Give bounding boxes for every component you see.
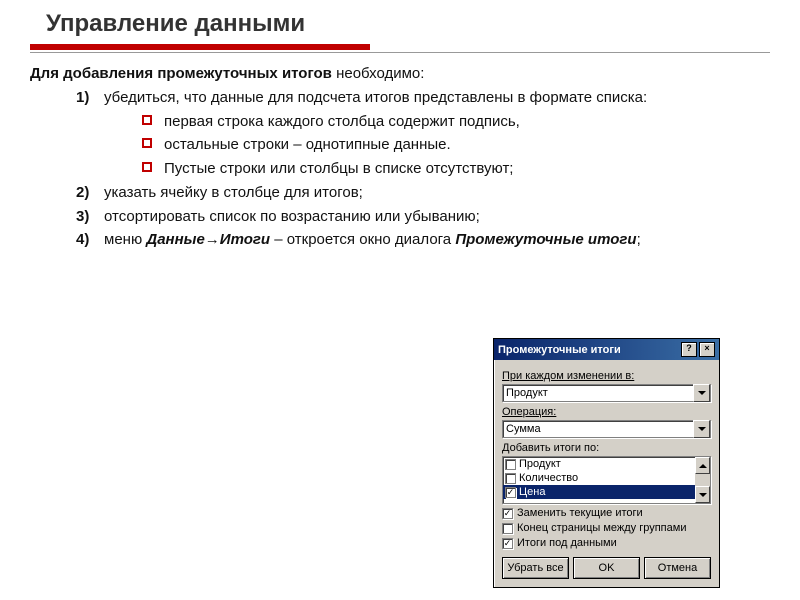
content: Для добавления промежуточных итогов необ… — [30, 63, 770, 251]
dialog-buttons: Убрать все OK Отмена — [502, 557, 711, 579]
checkbox-icon[interactable] — [505, 473, 516, 484]
checkbox-icon[interactable] — [505, 459, 516, 470]
titlebar-buttons: ? × — [681, 342, 715, 357]
checkbox-under-data[interactable]: Итоги под данными — [502, 537, 711, 549]
intro-prefix: Для добавления промежуточных итогов — [30, 65, 332, 82]
step-4-dialogname: Промежуточные итоги — [455, 231, 636, 248]
scrollbar[interactable] — [695, 457, 710, 503]
label-change-in: При каждом изменении в: — [502, 370, 711, 382]
list-item[interactable]: Количество — [503, 471, 710, 485]
label-change-in-text: При каждом изменении в: — [502, 370, 634, 382]
bullet-list: первая строка каждого столбца содержит п… — [104, 111, 770, 180]
cancel-button[interactable]: Отмена — [644, 557, 711, 579]
step-4-pre: меню — [104, 231, 146, 248]
step-4: меню Данные→Итоги – откроется окно диало… — [76, 229, 770, 251]
checkbox-label: Заменить текущие итоги — [517, 507, 643, 519]
checkbox-label: Конец страницы между группами — [517, 522, 686, 534]
label-operation: Операция: — [502, 406, 711, 418]
step-4-menu: Данные→Итоги — [146, 231, 270, 248]
slide: Управление данными Для добавления промеж… — [0, 0, 800, 600]
intro-line: Для добавления промежуточных итогов необ… — [30, 63, 770, 85]
dialog-body: При каждом изменении в: Продукт Операция… — [494, 360, 719, 587]
list-item-label: Продукт — [519, 458, 561, 470]
bullet-3: Пустые строки или столбцы в списке отсут… — [142, 158, 770, 180]
listbox-add-totals[interactable]: Продукт Количество Цена — [502, 456, 711, 504]
step-4-mid: – откроется окно диалога — [270, 231, 455, 248]
step-1: убедиться, что данные для подсчета итого… — [76, 87, 770, 180]
remove-all-button[interactable]: Убрать все — [502, 557, 569, 579]
dialog-title: Промежуточные итоги — [498, 344, 621, 356]
combo-change-in-value: Продукт — [506, 387, 548, 399]
step-4-post: ; — [637, 231, 641, 248]
bullet-2: остальные строки – однотипные данные. — [142, 134, 770, 156]
close-icon[interactable]: × — [699, 342, 715, 357]
label-add-totals: Добавить итоги по: — [502, 442, 711, 454]
help-icon[interactable]: ? — [681, 342, 697, 357]
list-item-label: Цена — [519, 486, 545, 498]
subtotals-dialog: Промежуточные итоги ? × При каждом измен… — [493, 338, 720, 588]
intro-suffix: необходимо: — [332, 65, 425, 82]
dialog-titlebar[interactable]: Промежуточные итоги ? × — [494, 339, 719, 360]
list-item-selected[interactable]: Цена — [503, 485, 710, 499]
combo-operation[interactable]: Сумма — [502, 420, 711, 438]
list-item[interactable]: Продукт — [503, 457, 710, 471]
step-1-text: убедиться, что данные для подсчета итого… — [104, 89, 647, 106]
checkbox-icon[interactable] — [502, 523, 513, 534]
checkbox-checked-icon[interactable] — [502, 508, 513, 519]
ok-button[interactable]: OK — [573, 557, 640, 579]
title-rule-red — [30, 44, 370, 50]
scroll-down-icon[interactable] — [695, 486, 710, 503]
numbered-list: убедиться, что данные для подсчета итого… — [30, 87, 770, 251]
checkbox-pagebreak[interactable]: Конец страницы между группами — [502, 522, 711, 534]
scroll-up-icon[interactable] — [695, 457, 710, 474]
step-3: отсортировать список по возрастанию или … — [76, 206, 770, 228]
bullet-1: первая строка каждого столбца содержит п… — [142, 111, 770, 133]
label-add-totals-text: Добавить итоги по: — [502, 442, 599, 454]
page-title: Управление данными — [46, 10, 770, 38]
checkbox-replace[interactable]: Заменить текущие итоги — [502, 507, 711, 519]
combo-change-in[interactable]: Продукт — [502, 384, 711, 402]
chevron-down-icon[interactable] — [693, 384, 710, 402]
step-2: указать ячейку в столбце для итогов; — [76, 182, 770, 204]
checkbox-label: Итоги под данными — [517, 537, 617, 549]
label-operation-text: Операция: — [502, 406, 556, 418]
checkbox-checked-icon[interactable] — [505, 487, 516, 498]
title-rule-thin — [30, 52, 770, 53]
checkbox-checked-icon[interactable] — [502, 538, 513, 549]
list-item-label: Количество — [519, 472, 578, 484]
chevron-down-icon[interactable] — [693, 420, 710, 438]
combo-operation-value: Сумма — [506, 423, 541, 435]
